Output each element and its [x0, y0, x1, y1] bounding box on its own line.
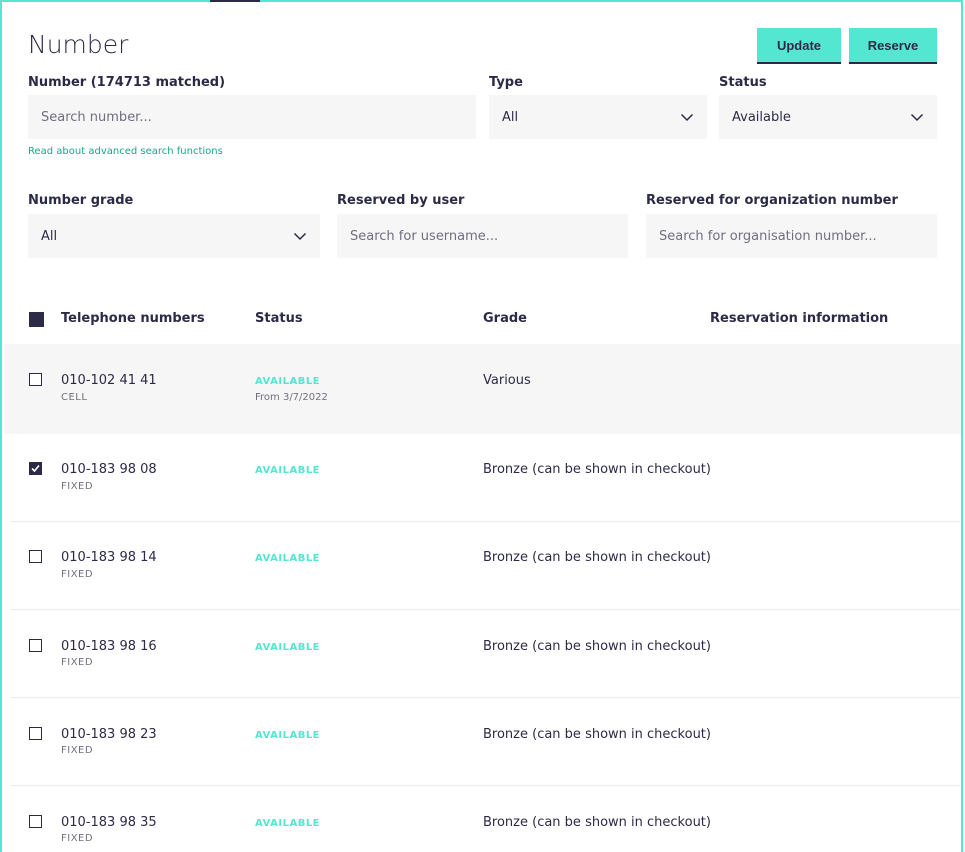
- update-button[interactable]: Update: [757, 28, 841, 64]
- status-select[interactable]: Available: [719, 95, 937, 139]
- row-checkbox[interactable]: [29, 550, 42, 563]
- status-badge: AVAILABLE: [255, 730, 321, 741]
- table-row[interactable]: [10, 610, 960, 698]
- number-type: FIXED: [61, 569, 94, 580]
- number-type: FIXED: [61, 745, 94, 756]
- grade-select-value: All: [41, 228, 58, 244]
- grade-select[interactable]: All: [28, 214, 320, 258]
- type-label: Type: [489, 75, 523, 90]
- telephone-number: 010-183 98 35: [61, 815, 157, 830]
- telephone-number: 010-183 98 08: [61, 462, 157, 477]
- active-tab-indicator: [210, 0, 260, 2]
- grade-label: Number grade: [28, 193, 134, 208]
- column-header-grade[interactable]: Grade: [483, 311, 527, 326]
- telephone-number: 010-183 98 14: [61, 550, 157, 565]
- status-date: From 3/7/2022: [255, 392, 328, 403]
- advanced-search-link[interactable]: Read about advanced search functions: [28, 146, 223, 157]
- number-type: FIXED: [61, 833, 94, 844]
- reserved-org-label: Reserved for organization number: [646, 193, 898, 208]
- type-select-value: All: [502, 109, 519, 125]
- table-row[interactable]: [10, 434, 960, 522]
- table-row[interactable]: [10, 522, 960, 610]
- reserved-org-field[interactable]: [646, 214, 937, 258]
- number-search-label: Number (174713 matched): [28, 75, 226, 90]
- row-checkbox[interactable]: [29, 815, 42, 828]
- grade-value: Bronze (can be shown in checkout): [483, 815, 711, 830]
- row-checkbox[interactable]: [29, 639, 42, 652]
- type-select[interactable]: All: [489, 95, 707, 139]
- status-label: Status: [719, 75, 767, 90]
- page-title: Number: [28, 30, 129, 59]
- grade-value: Bronze (can be shown in checkout): [483, 639, 711, 654]
- reserve-button[interactable]: Reserve: [849, 28, 937, 64]
- number-type: CELL: [61, 392, 88, 403]
- table-row[interactable]: [10, 698, 960, 786]
- chevron-down-icon: [293, 232, 307, 241]
- grade-value: Various: [483, 373, 531, 388]
- status-badge: AVAILABLE: [255, 465, 321, 476]
- number-type: FIXED: [61, 657, 94, 668]
- number-search-field[interactable]: [28, 95, 476, 139]
- column-header-reservation[interactable]: Reservation information: [710, 311, 888, 326]
- status-badge: AVAILABLE: [255, 376, 321, 387]
- telephone-number: 010-183 98 23: [61, 727, 157, 742]
- number-type: FIXED: [61, 481, 94, 492]
- reserved-org-input[interactable]: [659, 228, 924, 244]
- telephone-number: 010-183 98 16: [61, 639, 157, 654]
- status-badge: AVAILABLE: [255, 642, 321, 653]
- checkmark-icon: [31, 464, 40, 473]
- grade-value: Bronze (can be shown in checkout): [483, 462, 711, 477]
- status-badge: AVAILABLE: [255, 553, 321, 564]
- status-select-value: Available: [732, 109, 791, 125]
- column-header-telephone[interactable]: Telephone numbers: [61, 311, 205, 326]
- row-checkbox-checked[interactable]: [29, 462, 42, 475]
- grade-value: Bronze (can be shown in checkout): [483, 727, 711, 742]
- chevron-down-icon: [910, 113, 924, 122]
- reserved-user-input[interactable]: [350, 228, 615, 244]
- telephone-number: 010-102 41 41: [61, 373, 157, 388]
- reserved-user-label: Reserved by user: [337, 193, 465, 208]
- row-checkbox[interactable]: [29, 727, 42, 740]
- row-checkbox[interactable]: [29, 373, 42, 386]
- reserved-user-field[interactable]: [337, 214, 628, 258]
- column-header-status[interactable]: Status: [255, 311, 303, 326]
- grade-value: Bronze (can be shown in checkout): [483, 550, 711, 565]
- status-badge: AVAILABLE: [255, 818, 321, 829]
- chevron-down-icon: [680, 113, 694, 122]
- number-search-input[interactable]: [41, 109, 463, 125]
- select-all-checkbox[interactable]: [29, 312, 44, 327]
- table-row[interactable]: [4, 344, 961, 434]
